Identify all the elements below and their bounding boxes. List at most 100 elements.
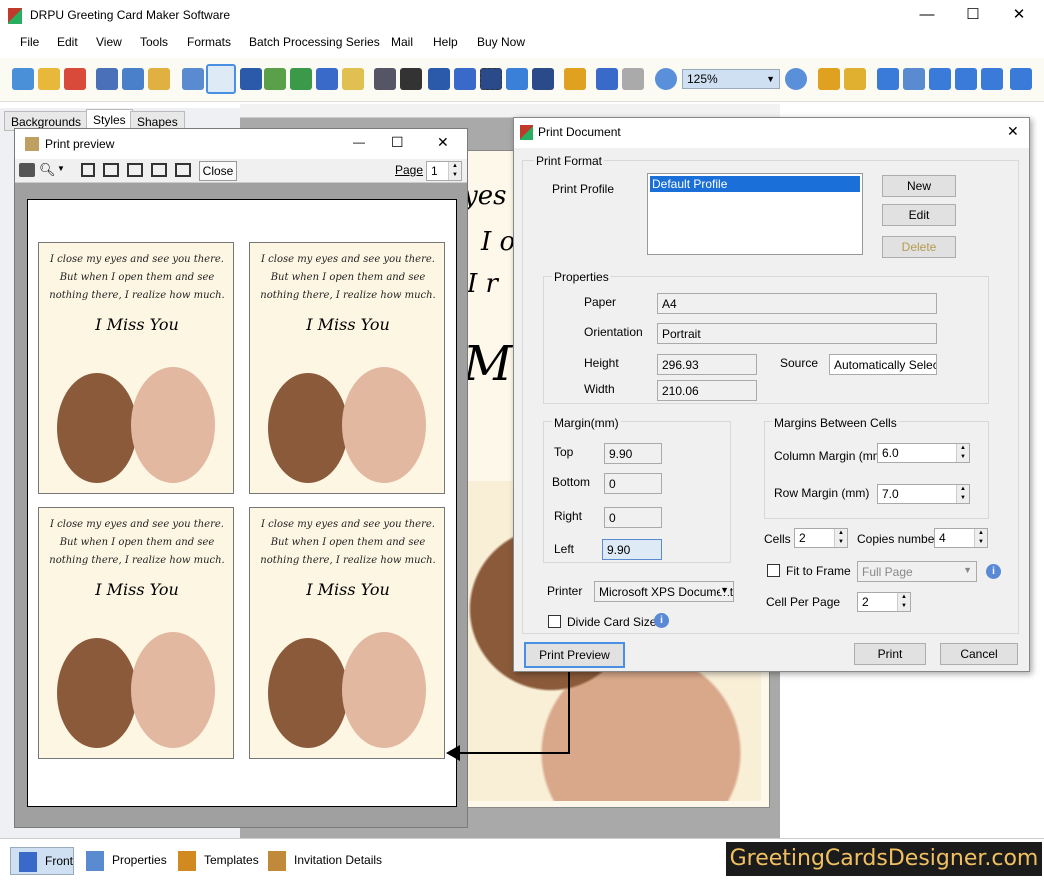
tab-properties[interactable]: Properties [78,847,175,875]
open-folder-icon[interactable] [38,68,60,90]
left-margin-field[interactable]: 9.90 [602,539,662,560]
select-icon[interactable] [480,68,502,90]
close-preview-button[interactable]: Close [199,161,237,181]
menu-help[interactable]: Help [433,35,458,49]
arrow-left-icon[interactable] [877,68,899,90]
edit-icon[interactable] [182,68,204,90]
tab-front[interactable]: Front [10,847,74,875]
delete-profile-button[interactable]: Delete [882,236,956,258]
arrow-up-icon[interactable] [955,68,977,90]
pp-minimize-button[interactable]: — [353,135,365,149]
spinner-arrows-icon[interactable]: ▲ ▼ [897,593,910,611]
arrow-right-icon[interactable] [929,68,951,90]
save-as-icon[interactable] [122,68,144,90]
tab-templates[interactable]: Templates [170,847,267,875]
paper-field[interactable]: A4 [657,293,937,314]
three-pages-icon[interactable] [127,163,143,177]
fit-select[interactable]: Full Page ▼ [857,561,977,582]
align-icon[interactable] [981,68,1003,90]
zoom-icon[interactable]: 🔍︎ [39,162,56,178]
cells-spinner[interactable]: 2 ▲ ▼ [794,528,848,548]
lock-icon[interactable] [818,68,840,90]
pp-maximize-button[interactable]: ☐ [391,134,404,151]
print-button[interactable]: Print [854,643,926,665]
source-field[interactable]: Automatically Select [829,354,937,375]
spinner-arrows-icon[interactable]: ▲ ▼ [956,444,969,462]
pp-close-x-button[interactable]: ✕ [437,134,449,151]
menu-mail[interactable]: Mail [391,35,413,49]
save-icon[interactable] [96,68,118,90]
menu-buy-now[interactable]: Buy Now [477,35,525,49]
flip-icon[interactable] [903,68,925,90]
copy-icon[interactable] [240,68,262,90]
line-icon[interactable] [532,68,554,90]
zoom-in-icon[interactable] [655,68,677,90]
print-preview-button[interactable]: Print Preview [524,642,625,668]
barcode-alt-icon[interactable] [400,68,422,90]
info-icon[interactable]: i [654,613,669,628]
redo-icon[interactable] [622,68,644,90]
arrow-down-icon[interactable] [1010,68,1032,90]
menu-file[interactable]: File [20,35,39,49]
chevron-down-icon[interactable]: ▼ [57,164,65,173]
barcode-icon[interactable] [374,68,396,90]
spinner-arrows-icon[interactable]: ▲ ▼ [834,529,847,547]
close-file-icon[interactable] [64,68,86,90]
menu-edit[interactable]: Edit [57,35,78,49]
menu-formats[interactable]: Formats [187,35,231,49]
six-pages-icon[interactable] [175,163,191,177]
insert-picture-icon[interactable] [290,68,312,90]
maximize-button[interactable]: ☐ [950,0,996,30]
mail-icon[interactable] [506,68,528,90]
fit-to-frame-checkbox[interactable] [767,564,780,577]
spinner-arrows-icon[interactable]: ▲ ▼ [956,485,969,503]
tab-styles[interactable]: Styles [86,109,133,129]
minimize-button[interactable]: — [904,0,950,30]
image-icon[interactable] [264,68,286,90]
profile-list[interactable]: Default Profile [647,173,863,255]
four-pages-icon[interactable] [151,163,167,177]
database-icon[interactable] [564,68,586,90]
new-profile-button[interactable]: New [882,175,956,197]
divide-card-size-checkbox[interactable] [548,615,561,628]
spinner-arrows-icon[interactable]: ▲ ▼ [448,162,461,180]
edit-profile-button[interactable]: Edit [882,204,956,226]
row-margin-spinner[interactable]: 7.0 ▲ ▼ [877,484,970,504]
undo-icon[interactable] [596,68,618,90]
right-margin-field[interactable]: 0 [604,507,662,528]
unlock-icon[interactable] [844,68,866,90]
dialog-close-button[interactable]: ✕ [1007,123,1019,140]
top-margin-field[interactable]: 9.90 [604,443,662,464]
text-icon[interactable] [428,68,450,90]
menu-tools[interactable]: Tools [140,35,168,49]
info-icon[interactable]: i [986,564,1001,579]
export-icon[interactable] [148,68,170,90]
spinner-arrows-icon[interactable]: ▲ ▼ [974,529,987,547]
card-verse: I close my eyes and see you there. But w… [260,254,436,301]
tab-invitation-details[interactable]: Invitation Details [260,847,390,875]
menu-view[interactable]: View [96,35,122,49]
zoom-out-icon[interactable] [785,68,807,90]
bottom-margin-field[interactable]: 0 [604,473,662,494]
pen-icon[interactable] [316,68,338,90]
shapes-icon[interactable] [342,68,364,90]
copies-spinner[interactable]: 4 ▲ ▼ [934,528,988,548]
cancel-button[interactable]: Cancel [940,643,1018,665]
cell-per-page-spinner[interactable]: 2 ▲ ▼ [857,592,911,612]
orientation-field[interactable]: Portrait [657,323,937,344]
close-button[interactable]: ✕ [996,0,1042,30]
width-field[interactable]: 210.06 [657,380,757,401]
page-spinner[interactable]: 1 ▲ ▼ [426,161,462,181]
height-field[interactable]: 296.93 [657,354,757,375]
column-margin-spinner[interactable]: 6.0 ▲ ▼ [877,443,970,463]
word-art-icon[interactable] [454,68,476,90]
zoom-select[interactable]: 125% ▼ [682,69,780,89]
two-pages-icon[interactable] [103,163,119,177]
printer-icon[interactable] [19,163,35,177]
menu-batch-processing[interactable]: Batch Processing Series [249,35,380,49]
print-icon[interactable] [206,64,236,94]
new-file-icon[interactable] [12,68,34,90]
profile-list-item[interactable]: Default Profile [650,176,860,192]
one-page-icon[interactable] [81,163,95,177]
printer-select[interactable]: Microsoft XPS Document Writer▼ [594,581,734,602]
